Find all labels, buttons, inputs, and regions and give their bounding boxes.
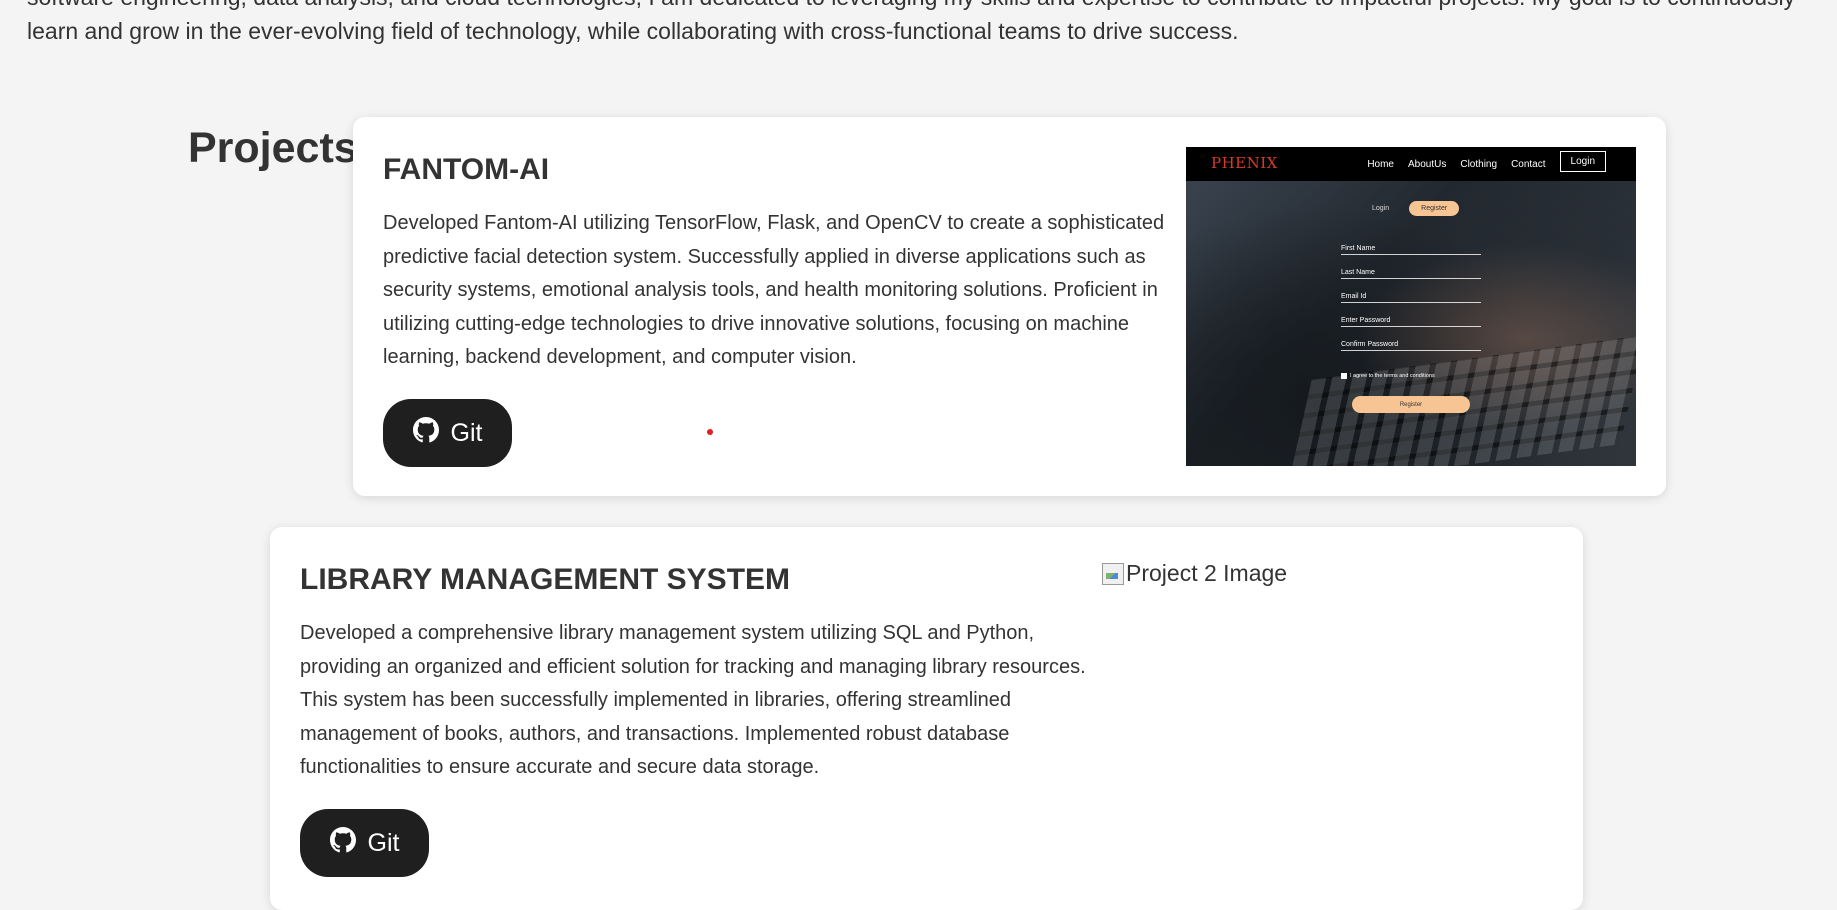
about-text: software engineering, data analysis, and…	[27, 0, 1795, 44]
project-screenshot: PHENIX Home AboutUs Clothing Contact Log…	[1186, 147, 1636, 466]
screenshot-field-email: Email Id	[1341, 293, 1481, 303]
screenshot-register-button: Register	[1352, 396, 1470, 413]
screenshot-form-tabs: Login Register	[1358, 201, 1460, 216]
projects-heading: Projects	[188, 124, 358, 172]
screenshot-tab-register: Register	[1409, 201, 1460, 216]
cursor-dot	[707, 429, 713, 435]
screenshot-field-last-name: Last Name	[1341, 269, 1481, 279]
screenshot-field-first-name: First Name	[1341, 245, 1481, 255]
screenshot-tab-login: Login	[1372, 205, 1390, 212]
broken-image-icon	[1102, 563, 1124, 585]
project-card-library-management: LIBRARY MANAGEMENT SYSTEM Developed a co…	[270, 527, 1583, 910]
screenshot-navbar: PHENIX Home AboutUs Clothing Contact Log…	[1186, 147, 1636, 181]
project-description: Developed a comprehensive library manage…	[300, 622, 1086, 778]
screenshot-logo: PHENIX	[1211, 154, 1278, 172]
project-image-placeholder: Project 2 Image	[1102, 560, 1287, 587]
screenshot-field-confirm-password: Confirm Password	[1341, 341, 1481, 351]
screenshot-nav-home: Home	[1367, 158, 1394, 170]
screenshot-field-password: Enter Password	[1341, 317, 1481, 327]
project-image-alt: Project 2 Image	[1126, 560, 1288, 586]
project-description: Developed Fantom-AI utilizing TensorFlow…	[383, 212, 1165, 368]
checkbox-icon	[1341, 373, 1347, 379]
project-title: LIBRARY MANAGEMENT SYSTEM	[300, 563, 791, 596]
git-button[interactable]: Git	[383, 399, 512, 467]
screenshot-agree-label: I agree to the terms and conditions	[1350, 373, 1435, 379]
screenshot-nav-clothing: Clothing	[1460, 158, 1498, 170]
git-button[interactable]: Git	[300, 809, 429, 877]
screenshot-nav-contact: Contact	[1511, 158, 1546, 170]
github-icon	[329, 827, 356, 853]
github-icon	[412, 417, 439, 443]
project-title: FANTOM-AI	[383, 153, 550, 186]
screenshot-nav-aboutus: AboutUs	[1408, 158, 1447, 170]
project-card-fantom-ai: FANTOM-AI Developed Fantom-AI utilizing …	[353, 117, 1666, 496]
git-button-label: Git	[367, 828, 400, 857]
screenshot-nav-links: Home AboutUs Clothing Contact Login	[1367, 151, 1606, 172]
screenshot-agree-checkbox: I agree to the terms and conditions	[1341, 373, 1435, 379]
screenshot-nav-login: Login	[1559, 151, 1606, 172]
git-button-label: Git	[450, 418, 483, 447]
